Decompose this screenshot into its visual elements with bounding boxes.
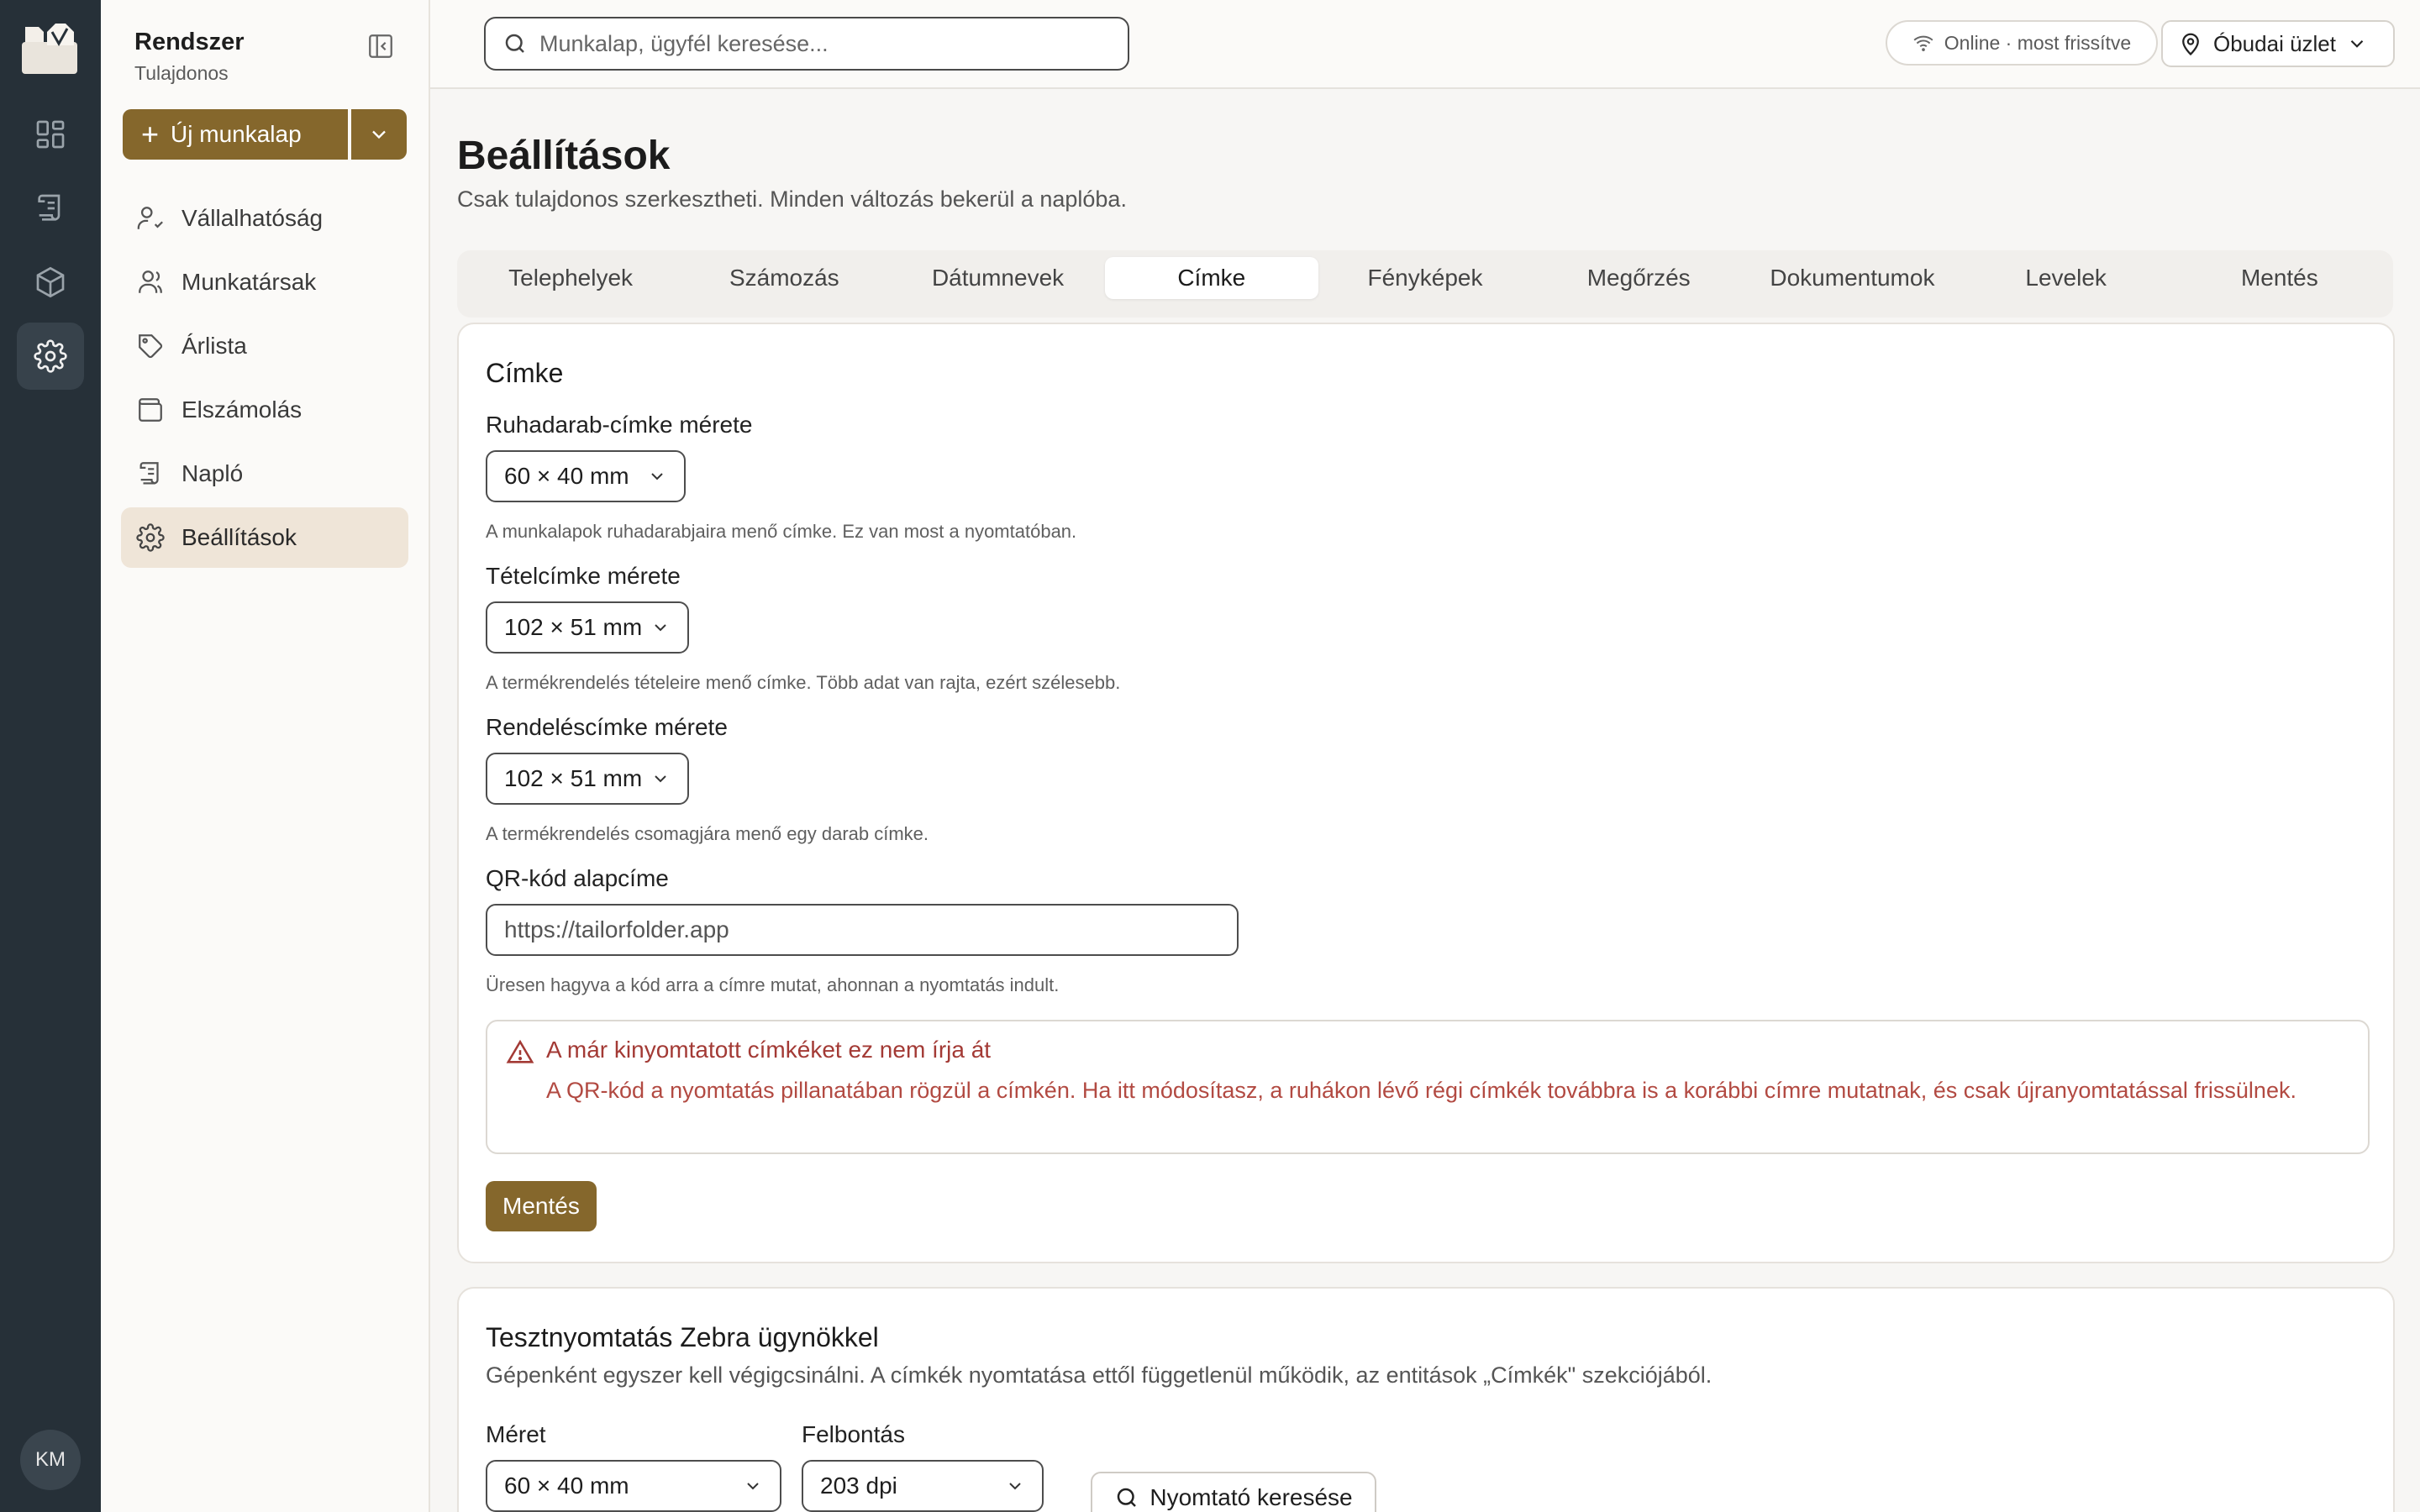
sidebar-item-vallalhatosag[interactable]: Vállalhatóság	[121, 188, 408, 249]
tab-fenykepek[interactable]: Fényképek	[1318, 257, 1532, 299]
user-check-icon	[137, 207, 163, 229]
warning-title: A már kinyomtatott címkéket ez nem írja …	[546, 1037, 992, 1063]
sidebar-item-elszamolas[interactable]: Elszámolás	[121, 380, 408, 440]
new-worksheet-button[interactable]: + Új munkalap	[123, 109, 348, 160]
search-icon	[1118, 1488, 1137, 1507]
sidebar-item-munkatarsak[interactable]: Munkatársak	[121, 252, 408, 312]
sidebar-item-label: Beállítások	[182, 524, 297, 550]
qr-base-url-input[interactable]	[486, 904, 1239, 956]
app-rail: KM	[0, 0, 101, 1512]
worksheet-icon[interactable]	[17, 175, 84, 242]
select-value: 102 × 51 mm	[504, 614, 643, 640]
chevron-down-icon	[747, 1483, 759, 1490]
tab-cimke[interactable]: Címke	[1104, 257, 1318, 299]
warning-triangle-icon	[506, 1039, 534, 1063]
test-print-subtitle: Gépenként egyszer kell végigcsinálni. A …	[486, 1362, 1712, 1388]
package-icon[interactable]	[17, 249, 84, 316]
new-worksheet-label: Új munkalap	[171, 121, 302, 147]
card-title: Címke	[486, 358, 564, 388]
connection-status-text: Online · most frissítve	[1944, 31, 2132, 54]
select-value: 60 × 40 mm	[504, 463, 629, 489]
label-settings-card: Címke Ruhadarab-címke mérete 60 × 40 mm …	[457, 323, 2395, 1263]
search-input[interactable]	[539, 30, 1111, 57]
tab-dokumentumok[interactable]: Dokumentumok	[1745, 257, 1959, 299]
org-name: Rendszer	[134, 29, 245, 55]
settings-gear-icon[interactable]	[17, 323, 84, 390]
garment-label-size-label: Ruhadarab-címke mérete	[486, 412, 753, 438]
page-title: Beállítások	[457, 134, 671, 178]
users-icon	[139, 270, 162, 293]
select-value: 60 × 40 mm	[504, 1473, 629, 1499]
chevron-down-icon	[655, 775, 666, 783]
new-worksheet-dropdown-button[interactable]	[351, 109, 407, 160]
page-subtitle: Csak tulajdonos szerkesztheti. Minden vá…	[457, 186, 1127, 212]
test-resolution-label: Felbontás	[802, 1421, 905, 1447]
sidebar-item-beallitasok[interactable]: Beállítások	[121, 507, 408, 568]
test-size-label: Méret	[486, 1421, 546, 1447]
select-value: 203 dpi	[820, 1473, 897, 1499]
select-value: 102 × 51 mm	[504, 765, 643, 791]
test-size-select[interactable]: 60 × 40 mm	[486, 1460, 781, 1512]
tab-szamozas[interactable]: Számozás	[677, 257, 891, 299]
chevron-down-icon	[651, 473, 663, 480]
search-icon	[505, 34, 524, 53]
sidebar-item-label: Árlista	[182, 333, 247, 359]
top-bar: Online · most frissítve Óbudai üzlet	[430, 0, 2420, 89]
tab-megorzes[interactable]: Megőrzés	[1532, 257, 1745, 299]
garment-label-hint: A munkalapok ruhadarabjaira menő címke. …	[486, 521, 1077, 542]
main-content: Beállítások Csak tulajdonos szerkeszthet…	[430, 91, 2420, 1512]
find-printer-button[interactable]: Nyomtató keresése	[1091, 1472, 1376, 1512]
sidebar-item-naplo[interactable]: Napló	[121, 444, 408, 504]
reprint-warning-alert: A már kinyomtatott címkéket ez nem írja …	[486, 1020, 2370, 1154]
org-role: Tulajdonos	[134, 62, 229, 84]
chevron-down-icon	[1009, 1483, 1021, 1490]
item-label-size-label: Tételcímke mérete	[486, 563, 681, 589]
sidebar-item-arlista[interactable]: Árlista	[121, 316, 408, 376]
qr-base-url-label: QR-kód alapcíme	[486, 865, 669, 891]
qr-base-url-hint: Üresen hagyva a kód arra a címre mutat, …	[486, 974, 1060, 995]
sidebar-item-label: Munkatársak	[182, 269, 317, 295]
map-pin-icon	[2182, 33, 2199, 56]
wifi-icon	[1913, 35, 1933, 51]
sidebar-item-label: Napló	[182, 460, 244, 486]
card-title: Tesztnyomtatás Zebra ügynökkel	[486, 1322, 879, 1352]
search-box[interactable]	[484, 17, 1129, 71]
order-label-size-select[interactable]: 102 × 51 mm	[486, 753, 689, 805]
settings-tabs: Telephelyek Számozás Dátumnevek Címke Fé…	[457, 250, 2393, 318]
sidebar-item-label: Elszámolás	[182, 396, 302, 423]
tab-telephelyek[interactable]: Telephelyek	[464, 257, 677, 299]
user-avatar[interactable]: KM	[20, 1430, 81, 1490]
chevron-down-icon	[655, 624, 666, 632]
item-label-size-select[interactable]: 102 × 51 mm	[486, 601, 689, 654]
order-label-size-label: Rendeléscímke mérete	[486, 714, 728, 740]
scroll-icon	[139, 462, 159, 485]
sidebar-nav: Vállalhatóság Munkatársak Árlista Elszám…	[121, 188, 408, 571]
sidebar-collapse-icon[interactable]	[366, 32, 395, 60]
chevron-down-icon	[372, 130, 386, 139]
garment-label-size-select[interactable]: 60 × 40 mm	[486, 450, 686, 502]
store-selector[interactable]: Óbudai üzlet	[2161, 20, 2395, 67]
test-print-card: Tesztnyomtatás Zebra ügynökkel Gépenként…	[457, 1287, 2395, 1512]
save-button[interactable]: Mentés	[486, 1181, 597, 1231]
plus-icon: +	[141, 117, 160, 151]
connection-status-badge: Online · most frissítve	[1886, 20, 2158, 66]
dashboard-icon[interactable]	[17, 101, 84, 168]
warning-text: A QR-kód a nyomtatás pillanatában rögzül…	[546, 1078, 2296, 1103]
app-logo-icon[interactable]	[18, 20, 81, 77]
chevron-down-icon	[2350, 39, 2364, 48]
wallet-icon	[139, 398, 162, 422]
tag-icon	[139, 334, 163, 359]
store-name: Óbudai üzlet	[2213, 30, 2336, 56]
tab-mentes[interactable]: Mentés	[2173, 257, 2386, 299]
gear-icon	[136, 523, 165, 552]
sidebar: Rendszer Tulajdonos + Új munkalap Vállal…	[101, 0, 430, 1512]
tab-datumnevek[interactable]: Dátumnevek	[891, 257, 1104, 299]
tab-levelek[interactable]: Levelek	[1960, 257, 2173, 299]
item-label-hint: A termékrendelés tételeire menő címke. T…	[486, 672, 1121, 693]
find-printer-label: Nyomtató keresése	[1150, 1484, 1353, 1510]
sidebar-item-label: Vállalhatóság	[182, 205, 324, 231]
test-resolution-select[interactable]: 203 dpi	[802, 1460, 1044, 1512]
order-label-hint: A termékrendelés csomagjára menő egy dar…	[486, 823, 929, 844]
